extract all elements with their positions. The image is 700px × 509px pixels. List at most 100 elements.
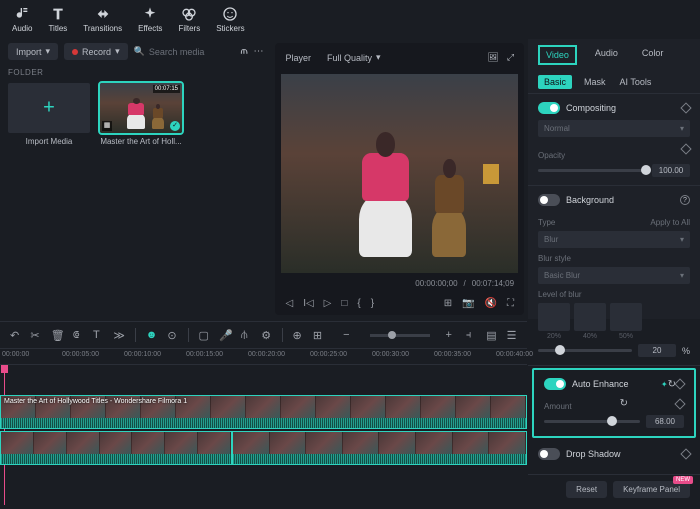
mark-out-icon[interactable]: }: [371, 298, 374, 309]
stop-icon[interactable]: □: [341, 298, 347, 309]
media-panel: Import▾ Record▾ 🔍Search media ⫙ ⋯ FOLDER…: [0, 39, 271, 319]
timeline: ↶ ✂ 🗑 ⟃ T ≫ ☻ ⊙ ▢ 🎤 ⫛ ⚙ ⊕ ⊞ − + ⫞ ▤ ☰ 00…: [0, 321, 527, 509]
search-icon: 🔍: [134, 46, 145, 57]
video-clip[interactable]: Master the Art of Hollywood Titles - Won…: [0, 395, 527, 429]
chevron-down-icon: ▾: [680, 124, 684, 133]
drop-shadow-toggle[interactable]: [538, 448, 560, 460]
camera-icon[interactable]: 📷: [462, 298, 474, 309]
undo-icon[interactable]: ↶: [10, 329, 20, 341]
video-clip[interactable]: [232, 431, 527, 465]
tab-video[interactable]: Video: [538, 45, 577, 65]
keyframe-icon[interactable]: [674, 398, 685, 409]
more-icon[interactable]: ⋯: [253, 46, 263, 57]
stickers-tool[interactable]: Stickers: [210, 4, 250, 35]
blur-value[interactable]: 20: [638, 344, 676, 357]
filters-tool[interactable]: Filters: [172, 4, 206, 35]
tab-color[interactable]: Color: [636, 45, 670, 65]
clip-badge-icon: ▦: [102, 121, 112, 131]
video-clip[interactable]: [0, 431, 232, 465]
quality-dropdown[interactable]: Full Quality▾: [319, 49, 389, 66]
amount-value[interactable]: 68.00: [646, 415, 684, 428]
reset-button[interactable]: Reset: [566, 481, 607, 498]
search-input[interactable]: 🔍Search media: [134, 46, 235, 57]
keyframe-icon[interactable]: [680, 448, 691, 459]
timeline-toolbar: ↶ ✂ 🗑 ⟃ T ≫ ☻ ⊙ ▢ 🎤 ⫛ ⚙ ⊕ ⊞ − + ⫞ ▤ ☰: [0, 321, 527, 349]
time-current: 00:00:00;00: [415, 279, 457, 288]
amount-slider[interactable]: [544, 420, 640, 423]
transitions-tool[interactable]: Transitions: [77, 4, 128, 35]
keyframe-panel-button[interactable]: Keyframe PanelNEW: [613, 481, 690, 498]
fullscreen-icon[interactable]: ⛶: [507, 298, 514, 309]
blur-preset[interactable]: [574, 303, 606, 331]
face-icon[interactable]: ☻: [146, 329, 158, 341]
blend-mode-select[interactable]: Normal▾: [538, 120, 690, 137]
compositing-section: Compositing Normal▾ Opacity 100.00: [528, 94, 700, 186]
titles-tool[interactable]: Titles: [42, 4, 73, 35]
zoom-out-icon[interactable]: −: [343, 329, 353, 341]
grid-icon[interactable]: ⊞: [313, 329, 323, 341]
delete-icon[interactable]: 🗑: [51, 329, 63, 341]
compositing-toggle[interactable]: [538, 102, 560, 114]
gear-icon[interactable]: ⚙: [261, 329, 271, 341]
record-dropdown[interactable]: Record▾: [64, 43, 128, 60]
text-icon[interactable]: T: [93, 329, 103, 341]
blur-preset[interactable]: [538, 303, 570, 331]
crop-icon[interactable]: ⟃: [73, 329, 83, 341]
timeline-ruler[interactable]: 00:00:00 00:00:05:00 00:00:10:00 00:00:1…: [0, 349, 527, 365]
bg-type-select[interactable]: Blur▾: [538, 231, 690, 248]
background-section: Background ? TypeApply to All Blur▾ Blur…: [528, 186, 700, 366]
prev-icon[interactable]: ◁: [285, 298, 293, 309]
import-media-tile[interactable]: + Import Media: [8, 83, 90, 146]
expand-icon[interactable]: ⤢: [507, 52, 514, 63]
play-icon[interactable]: ▷: [324, 298, 332, 309]
view-icon[interactable]: ▤: [486, 329, 496, 341]
zoom-in-icon[interactable]: +: [446, 329, 456, 341]
play-icon[interactable]: ⊙: [167, 329, 177, 341]
filter-icon[interactable]: ⫙: [241, 46, 248, 57]
volume-icon[interactable]: 🔇: [485, 298, 497, 309]
keyframe-icon[interactable]: [680, 143, 691, 154]
media-clip[interactable]: 00:07:15 ▦ ✓ Master the Art of Holl...: [100, 83, 182, 146]
chevron-down-icon: ▾: [46, 46, 51, 57]
drop-shadow-section: Drop Shadow: [528, 440, 700, 475]
settings-icon[interactable]: ☰: [507, 329, 517, 341]
import-dropdown[interactable]: Import▾: [8, 43, 58, 60]
mic-icon[interactable]: 🎤: [219, 329, 231, 341]
blur-style-select[interactable]: Basic Blur▾: [538, 267, 690, 284]
subtab-mask[interactable]: Mask: [582, 75, 608, 89]
snapshot-icon[interactable]: 🖼: [487, 52, 498, 63]
preview-viewport[interactable]: [281, 74, 518, 273]
auto-enhance-toggle[interactable]: [544, 378, 566, 390]
opacity-value[interactable]: 100.00: [652, 164, 690, 177]
mark-in-icon[interactable]: {: [357, 298, 360, 309]
tab-audio[interactable]: Audio: [589, 45, 624, 65]
auto-enhance-section: Auto Enhance✦ ↻ Amount↻ 68.00: [532, 368, 696, 438]
chevron-down-icon: ▾: [680, 271, 684, 280]
subtab-ai[interactable]: AI Tools: [618, 75, 654, 89]
display-icon[interactable]: ⊞: [444, 298, 452, 309]
keyframe-icon[interactable]: [680, 102, 691, 113]
timeline-tracks[interactable]: Master the Art of Hollywood Titles - Won…: [0, 365, 527, 505]
reset-icon[interactable]: ↻: [620, 398, 628, 409]
transport-controls: ◁ I◁ ▷ □ { } ⊞ 📷 🔇 ⛶: [275, 292, 524, 315]
cut-icon[interactable]: ✂: [30, 329, 40, 341]
step-back-icon[interactable]: I◁: [303, 298, 313, 309]
background-toggle[interactable]: [538, 194, 560, 206]
keyframe-icon[interactable]: [674, 378, 685, 389]
apply-to-all[interactable]: Apply to All: [650, 218, 690, 227]
more-icon[interactable]: ≫: [113, 329, 125, 341]
audio-tool[interactable]: Audio: [6, 4, 38, 35]
fit-icon[interactable]: ⫞: [466, 329, 476, 341]
opacity-slider[interactable]: [538, 169, 646, 172]
top-toolbar: Audio Titles Transitions Effects Filters…: [0, 0, 700, 39]
blur-preset[interactable]: [610, 303, 642, 331]
mixer-icon[interactable]: ⫛: [241, 329, 251, 341]
help-icon[interactable]: ?: [680, 195, 690, 205]
plus-icon: +: [43, 97, 55, 120]
zoom-slider[interactable]: [370, 334, 430, 337]
subtab-basic[interactable]: Basic: [538, 75, 572, 89]
effects-tool[interactable]: Effects: [132, 4, 168, 35]
add-track-icon[interactable]: ⊕: [292, 329, 302, 341]
blur-slider[interactable]: [538, 349, 632, 352]
marker-icon[interactable]: ▢: [199, 329, 209, 341]
